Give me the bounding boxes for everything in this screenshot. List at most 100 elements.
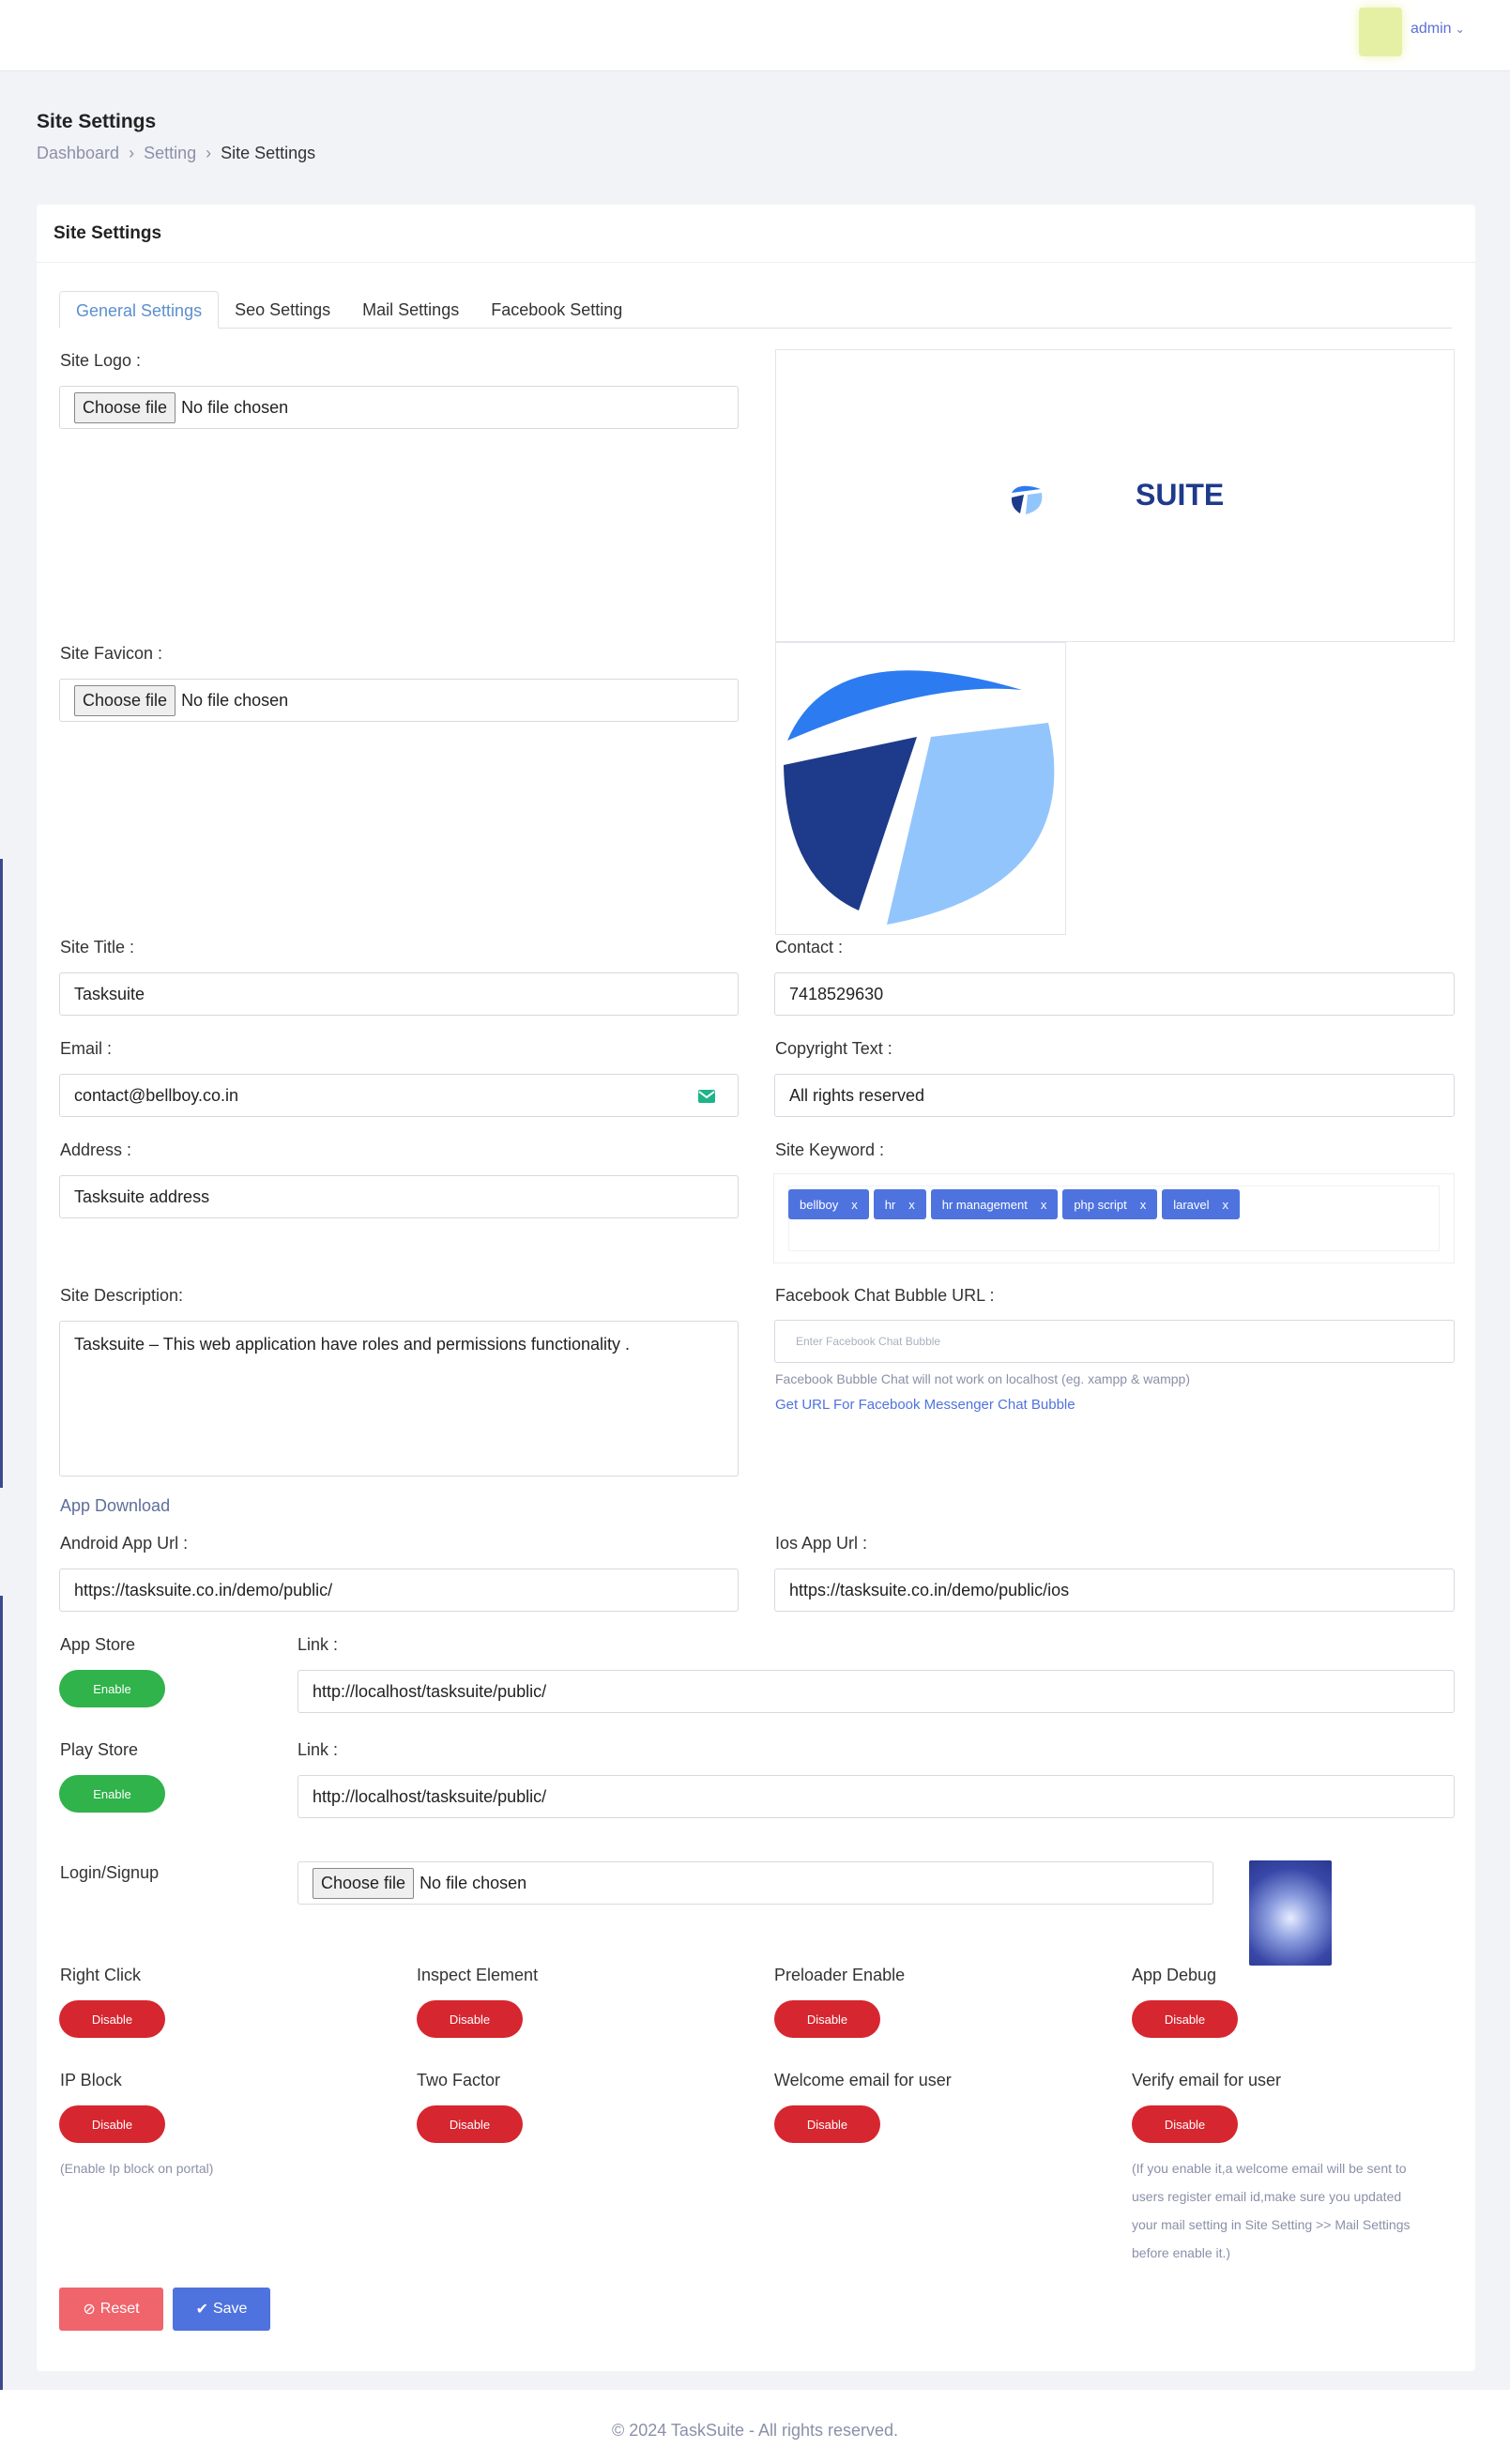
inspect-element-toggle[interactable]: Disable bbox=[417, 2000, 523, 2038]
ios-url-label: Ios App Url : bbox=[775, 1534, 868, 1553]
site-keyword-label: Site Keyword : bbox=[775, 1140, 885, 1159]
login-signup-image-preview bbox=[1249, 1860, 1332, 1966]
app-store-toggle[interactable]: Enable bbox=[59, 1670, 165, 1707]
remove-tag-icon[interactable]: x bbox=[908, 1198, 915, 1212]
address-label: Address : bbox=[60, 1140, 132, 1159]
footer: © 2024 TaskSuite - All rights reserved. bbox=[0, 2390, 1510, 2464]
remove-tag-icon[interactable]: x bbox=[1140, 1198, 1147, 1212]
app-store-link-label: Link : bbox=[297, 1635, 339, 1654]
login-signup-file-input[interactable]: Choose file No file chosen bbox=[297, 1861, 1213, 1905]
app-store-label: App Store bbox=[60, 1635, 136, 1654]
site-keyword-input[interactable]: bellboy x hr x hr management x php script x … bbox=[773, 1173, 1455, 1263]
remove-tag-icon[interactable]: x bbox=[1223, 1198, 1229, 1212]
verify-email-label: Verify email for user bbox=[1132, 2071, 1282, 2089]
copyright-label: Copyright Text : bbox=[775, 1039, 892, 1058]
user-name: admin bbox=[1411, 21, 1452, 37]
preloader-label: Preloader Enable bbox=[774, 1966, 906, 1984]
sidebar-edge bbox=[0, 859, 3, 1488]
avatar[interactable] bbox=[1359, 8, 1402, 56]
fb-chat-label: Facebook Chat Bubble URL : bbox=[775, 1286, 995, 1305]
file-status: No file chosen bbox=[181, 397, 289, 417]
choose-file-button[interactable]: Choose file bbox=[313, 1867, 415, 1899]
user-menu[interactable]: admin ⌄ bbox=[1411, 21, 1465, 38]
verify-email-note: (If you enable it,a welcome email will b… bbox=[1132, 2161, 1411, 2260]
keyword-tag: laravel x bbox=[1162, 1189, 1240, 1219]
address-input[interactable]: Tasksuite address bbox=[59, 1175, 739, 1218]
verify-email-toggle[interactable]: Disable bbox=[1132, 2105, 1238, 2143]
play-store-label: Play Store bbox=[60, 1740, 139, 1759]
play-store-link-label: Link : bbox=[297, 1740, 339, 1759]
settings-tabs: General Settings Seo Settings Mail Setti… bbox=[59, 291, 1452, 329]
site-title-label: Site Title : bbox=[60, 938, 135, 957]
right-click-toggle[interactable]: Disable bbox=[59, 2000, 165, 2038]
keyword-tags: bellboy x hr x hr management x php script x … bbox=[788, 1189, 1240, 1219]
contact-input[interactable]: 7418529630 bbox=[774, 972, 1455, 1016]
breadcrumb: Dashboard › Setting › Site Settings bbox=[37, 144, 315, 163]
keyword-tag: hr x bbox=[873, 1189, 926, 1219]
android-url-label: Android App Url : bbox=[60, 1534, 189, 1553]
tab-facebook-setting[interactable]: Facebook Setting bbox=[475, 291, 638, 328]
breadcrumb-separator: › bbox=[206, 144, 212, 162]
breadcrumb-setting[interactable]: Setting bbox=[144, 144, 196, 163]
breadcrumb-current: Site Settings bbox=[221, 144, 316, 162]
reset-icon: ⊘ bbox=[83, 2302, 96, 2318]
preloader-toggle[interactable]: Disable bbox=[774, 2000, 880, 2038]
footer-copyright: © 2024 TaskSuite - All rights reserved. bbox=[611, 2421, 899, 2440]
remove-tag-icon[interactable]: x bbox=[1041, 1198, 1047, 1212]
keyword-tag: php script x bbox=[1062, 1189, 1158, 1219]
email-label: Email : bbox=[60, 1039, 113, 1058]
sidebar-edge bbox=[0, 1596, 3, 2441]
card-title: Site Settings bbox=[37, 205, 1475, 263]
ios-url-input[interactable]: https://tasksuite.co.in/demo/public/ios bbox=[774, 1569, 1455, 1612]
copyright-input[interactable]: All rights reserved bbox=[774, 1074, 1455, 1117]
ip-block-toggle[interactable]: Disable bbox=[59, 2105, 165, 2143]
contact-label: Contact : bbox=[775, 938, 844, 957]
two-factor-label: Two Factor bbox=[417, 2071, 501, 2089]
favicon-icon bbox=[784, 670, 1055, 925]
email-field[interactable]: contact@bellboy.co.in bbox=[59, 1074, 739, 1117]
site-description-textarea[interactable]: Tasksuite – This web application have ro… bbox=[59, 1321, 739, 1477]
two-factor-toggle[interactable]: Disable bbox=[417, 2105, 523, 2143]
remove-tag-icon[interactable]: x bbox=[851, 1198, 858, 1212]
fb-chat-url-link[interactable]: Get URL For Facebook Messenger Chat Bubb… bbox=[775, 1397, 1075, 1413]
save-button[interactable]: ✔ Save bbox=[173, 2288, 270, 2331]
site-logo-file-input[interactable]: Choose file No file chosen bbox=[59, 386, 739, 429]
site-title-input[interactable]: Tasksuite bbox=[59, 972, 739, 1016]
site-favicon-label: Site Favicon : bbox=[60, 644, 163, 663]
app-download-heading: App Download bbox=[60, 1496, 171, 1515]
settings-card: Site Settings General Settings Seo Setti… bbox=[37, 205, 1475, 2371]
app-debug-toggle[interactable]: Disable bbox=[1132, 2000, 1238, 2038]
reset-button[interactable]: ⊘ Reset bbox=[59, 2288, 163, 2331]
tab-seo-settings[interactable]: Seo Settings bbox=[219, 291, 346, 328]
ip-block-note: (Enable Ip block on portal) bbox=[60, 2161, 214, 2176]
inspect-element-label: Inspect Element bbox=[417, 1966, 539, 1984]
logo-mark-icon bbox=[1011, 485, 1043, 514]
logo-wordmark: SUITE bbox=[1136, 478, 1225, 512]
breadcrumb-dashboard[interactable]: Dashboard bbox=[37, 144, 119, 163]
check-circle-icon: ✔ bbox=[195, 2302, 208, 2318]
play-store-toggle[interactable]: Enable bbox=[59, 1775, 165, 1813]
tab-mail-settings[interactable]: Mail Settings bbox=[346, 291, 475, 328]
breadcrumb-separator: › bbox=[129, 144, 135, 162]
welcome-email-label: Welcome email for user bbox=[774, 2071, 952, 2089]
fb-chat-input[interactable]: Enter Facebook Chat Bubble bbox=[774, 1320, 1455, 1363]
page-title: Site Settings bbox=[37, 111, 157, 132]
email-value: contact@bellboy.co.in bbox=[74, 1086, 239, 1105]
keyword-tag: hr management x bbox=[930, 1189, 1059, 1219]
top-navbar: admin ⌄ bbox=[0, 0, 1510, 71]
right-click-label: Right Click bbox=[60, 1966, 142, 1984]
choose-file-button[interactable]: Choose file bbox=[74, 684, 176, 716]
welcome-email-toggle[interactable]: Disable bbox=[774, 2105, 880, 2143]
play-store-link-input[interactable]: http://localhost/tasksuite/public/ bbox=[297, 1775, 1455, 1818]
choose-file-button[interactable]: Choose file bbox=[74, 391, 176, 423]
file-status: No file chosen bbox=[419, 1873, 527, 1892]
site-favicon-file-input[interactable]: Choose file No file chosen bbox=[59, 679, 739, 722]
mail-icon bbox=[698, 1090, 715, 1103]
tab-general-settings[interactable]: General Settings bbox=[59, 291, 220, 329]
site-logo-label: Site Logo : bbox=[60, 351, 142, 370]
android-url-input[interactable]: https://tasksuite.co.in/demo/public/ bbox=[59, 1569, 739, 1612]
site-description-label: Site Description: bbox=[60, 1286, 184, 1305]
site-logo-preview: SUITE bbox=[775, 349, 1455, 642]
fb-chat-note: Facebook Bubble Chat will not work on lo… bbox=[775, 1371, 1190, 1386]
app-store-link-input[interactable]: http://localhost/tasksuite/public/ bbox=[297, 1670, 1455, 1713]
